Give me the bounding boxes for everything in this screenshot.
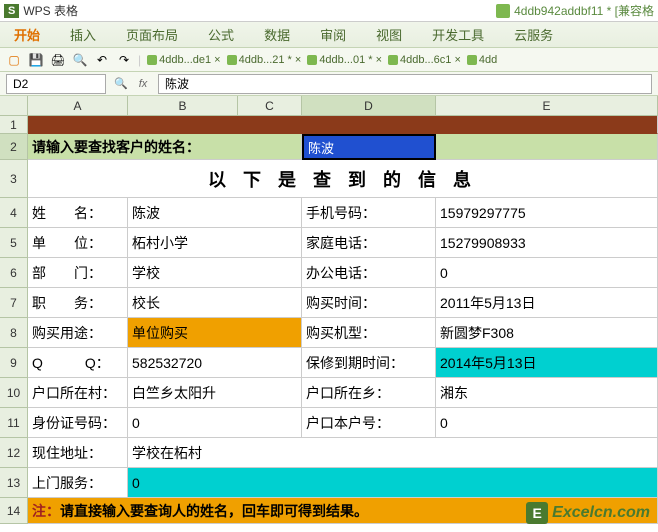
wps-logo: S bbox=[4, 4, 19, 18]
titlebar: S WPS 表格 4ddb942addbf11 * [兼容格 bbox=[0, 0, 658, 22]
undo-icon[interactable]: ↶ bbox=[94, 52, 110, 68]
excel-icon: E bbox=[526, 502, 548, 524]
menu-pagelayout[interactable]: 页面布局 bbox=[120, 23, 184, 46]
field-value[interactable]: 15979297775 bbox=[436, 198, 658, 228]
field-value[interactable]: 校长 bbox=[128, 288, 302, 318]
save-icon[interactable]: 💾 bbox=[28, 52, 44, 68]
field-label[interactable]: 现住地址： bbox=[28, 438, 128, 468]
field-label[interactable]: 办公电话： bbox=[302, 258, 436, 288]
col-header[interactable]: D bbox=[302, 96, 436, 116]
doc-tab[interactable]: 4dd bbox=[467, 54, 497, 66]
formula-bar-row: D2 🔍 fx 陈波 bbox=[0, 72, 658, 96]
field-value[interactable]: 0 bbox=[436, 258, 658, 288]
menu-cloud[interactable]: 云服务 bbox=[508, 23, 559, 46]
row-header[interactable]: 5 bbox=[0, 228, 28, 258]
menubar: 开始 插入 页面布局 公式 数据 审阅 视图 开发工具 云服务 bbox=[0, 22, 658, 48]
row-header[interactable]: 7 bbox=[0, 288, 28, 318]
field-value[interactable]: 0 bbox=[436, 408, 658, 438]
field-label[interactable]: 购买用途： bbox=[28, 318, 128, 348]
cell[interactable] bbox=[436, 134, 658, 160]
field-label[interactable]: 保修到期时间： bbox=[302, 348, 436, 378]
row-header[interactable]: 12 bbox=[0, 438, 28, 468]
spreadsheet-grid: A B C D E 1 2 请输入要查找客户的姓名： 陈波 3 以 下 是 查 … bbox=[0, 96, 658, 532]
menu-review[interactable]: 审阅 bbox=[314, 23, 352, 46]
row-header[interactable]: 1 bbox=[0, 116, 28, 134]
note-label: 注： bbox=[32, 501, 60, 521]
search-icon[interactable]: 🔍 bbox=[112, 75, 130, 93]
field-value[interactable]: 白竺乡太阳升 bbox=[128, 378, 302, 408]
formula-bar[interactable]: 陈波 bbox=[158, 74, 652, 94]
name-box[interactable]: D2 bbox=[6, 74, 106, 94]
field-value[interactable]: 新圆梦F308 bbox=[436, 318, 658, 348]
search-label[interactable]: 请输入要查找客户的姓名： bbox=[28, 134, 302, 160]
row-header[interactable]: 9 bbox=[0, 348, 28, 378]
menu-start[interactable]: 开始 bbox=[8, 23, 46, 46]
row-header[interactable]: 13 bbox=[0, 468, 28, 498]
field-label[interactable]: 身份证号码： bbox=[28, 408, 128, 438]
field-label[interactable]: 家庭电话： bbox=[302, 228, 436, 258]
row-header[interactable]: 10 bbox=[0, 378, 28, 408]
menu-formula[interactable]: 公式 bbox=[202, 23, 240, 46]
toolbar: ▢ 💾 🖨 🔍 ↶ ↷ | 4ddb...de1 × 4ddb...21 * ×… bbox=[0, 48, 658, 72]
field-value[interactable]: 单位购买 bbox=[128, 318, 302, 348]
field-label[interactable]: 上门服务： bbox=[28, 468, 128, 498]
doc-tab[interactable]: 4ddb...de1 × bbox=[147, 54, 220, 66]
field-value[interactable]: 学校在柘村 bbox=[128, 438, 658, 468]
doc-tab[interactable]: 4ddb...01 * × bbox=[307, 54, 382, 66]
field-label[interactable]: 户口本户号： bbox=[302, 408, 436, 438]
row-header[interactable]: 6 bbox=[0, 258, 28, 288]
menu-devtools[interactable]: 开发工具 bbox=[426, 23, 490, 46]
field-value[interactable]: 0 bbox=[128, 468, 658, 498]
col-header[interactable]: A bbox=[28, 96, 128, 116]
app-title: WPS 表格 bbox=[23, 2, 78, 19]
document-icon bbox=[496, 4, 510, 18]
row-header[interactable]: 14 bbox=[0, 498, 28, 524]
field-value[interactable]: 柘村小学 bbox=[128, 228, 302, 258]
field-value[interactable]: 582532720 bbox=[128, 348, 302, 378]
result-title[interactable]: 以 下 是 查 到 的 信 息 bbox=[28, 160, 658, 198]
field-value[interactable]: 0 bbox=[128, 408, 302, 438]
field-label[interactable]: 单 位： bbox=[28, 228, 128, 258]
row-header[interactable]: 3 bbox=[0, 160, 28, 198]
preview-icon[interactable]: 🔍 bbox=[72, 52, 88, 68]
field-value[interactable]: 15279908933 bbox=[436, 228, 658, 258]
field-label[interactable]: 部 门： bbox=[28, 258, 128, 288]
field-label[interactable]: Q Q： bbox=[28, 348, 128, 378]
menu-insert[interactable]: 插入 bbox=[64, 23, 102, 46]
row-header[interactable]: 8 bbox=[0, 318, 28, 348]
document-name: 4ddb942addbf11 * [兼容格 bbox=[514, 2, 654, 19]
menu-data[interactable]: 数据 bbox=[258, 23, 296, 46]
field-value[interactable]: 陈波 bbox=[128, 198, 302, 228]
fx-icon[interactable]: fx bbox=[134, 75, 152, 93]
select-all-corner[interactable] bbox=[0, 96, 28, 116]
col-header[interactable]: B bbox=[128, 96, 238, 116]
cell[interactable] bbox=[28, 116, 658, 134]
field-label[interactable]: 手机号码： bbox=[302, 198, 436, 228]
field-value[interactable]: 2011年5月13日 bbox=[436, 288, 658, 318]
field-label[interactable]: 姓 名： bbox=[28, 198, 128, 228]
field-label[interactable]: 购买机型： bbox=[302, 318, 436, 348]
field-label[interactable]: 购买时间： bbox=[302, 288, 436, 318]
field-value[interactable]: 学校 bbox=[128, 258, 302, 288]
menu-view[interactable]: 视图 bbox=[370, 23, 408, 46]
row-header[interactable]: 11 bbox=[0, 408, 28, 438]
note-text: 请直接输入要查询人的姓名，回车即可得到结果。 bbox=[60, 501, 368, 521]
print-icon[interactable]: 🖨 bbox=[50, 52, 66, 68]
field-label[interactable]: 户口所在村： bbox=[28, 378, 128, 408]
field-label[interactable]: 职 务： bbox=[28, 288, 128, 318]
row-header[interactable]: 4 bbox=[0, 198, 28, 228]
new-icon[interactable]: ▢ bbox=[6, 52, 22, 68]
col-header[interactable]: E bbox=[436, 96, 658, 116]
search-input-cell[interactable]: 陈波 bbox=[302, 134, 436, 160]
redo-icon[interactable]: ↷ bbox=[116, 52, 132, 68]
doc-tab[interactable]: 4ddb...6c1 × bbox=[388, 54, 461, 66]
field-value[interactable]: 湘东 bbox=[436, 378, 658, 408]
field-label[interactable]: 户口所在乡： bbox=[302, 378, 436, 408]
row-header[interactable]: 2 bbox=[0, 134, 28, 160]
watermark: E Excelcn.com bbox=[526, 502, 650, 524]
field-value[interactable]: 2014年5月13日 bbox=[436, 348, 658, 378]
doc-tab[interactable]: 4ddb...21 * × bbox=[227, 54, 302, 66]
col-header[interactable]: C bbox=[238, 96, 302, 116]
